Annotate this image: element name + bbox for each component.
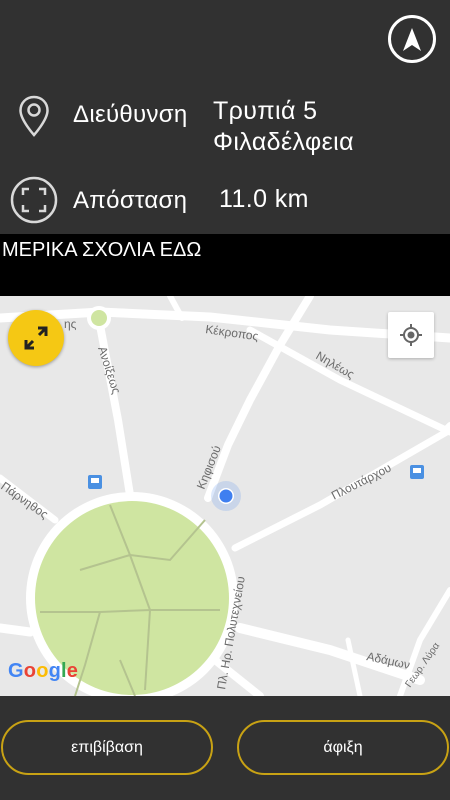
arrival-button[interactable]: άφιξη (237, 720, 449, 775)
expand-map-button[interactable] (8, 310, 64, 366)
location-pin-icon (19, 95, 49, 137)
my-location-button[interactable] (388, 312, 434, 358)
address-line-2: Φιλαδέλφεια (213, 128, 354, 156)
navigation-arrow-icon (403, 28, 421, 51)
bus-stop-icon[interactable] (88, 475, 102, 489)
address-label: Διεύθυνση (73, 101, 188, 128)
distance-value: 11.0 km (219, 185, 309, 213)
expand-arrows-icon (24, 326, 48, 350)
distance-label: Απόσταση (73, 187, 188, 214)
navigation-button[interactable] (388, 15, 436, 63)
bus-stop-icon[interactable] (410, 465, 424, 479)
address-line-1: Τρυπιά 5 (213, 97, 318, 125)
comments-text: ΜΕΡΙΚΑ ΣΧΟΛΙΑ ΕΔΩ (2, 239, 202, 261)
street-label-partial: ης (64, 317, 77, 331)
boarding-button[interactable]: επιβίβαση (1, 720, 213, 775)
google-logo: Google (8, 660, 79, 682)
map-canvas[interactable]: Κέκροπος Νηλέως Ανοίξεως Κηφισού Πλουτάρ… (0, 296, 450, 696)
map-view[interactable]: Κέκροπος Νηλέως Ανοίξεως Κηφισού Πλουτάρ… (0, 296, 450, 696)
distance-frame-icon (10, 176, 58, 224)
my-location-icon (400, 324, 422, 346)
